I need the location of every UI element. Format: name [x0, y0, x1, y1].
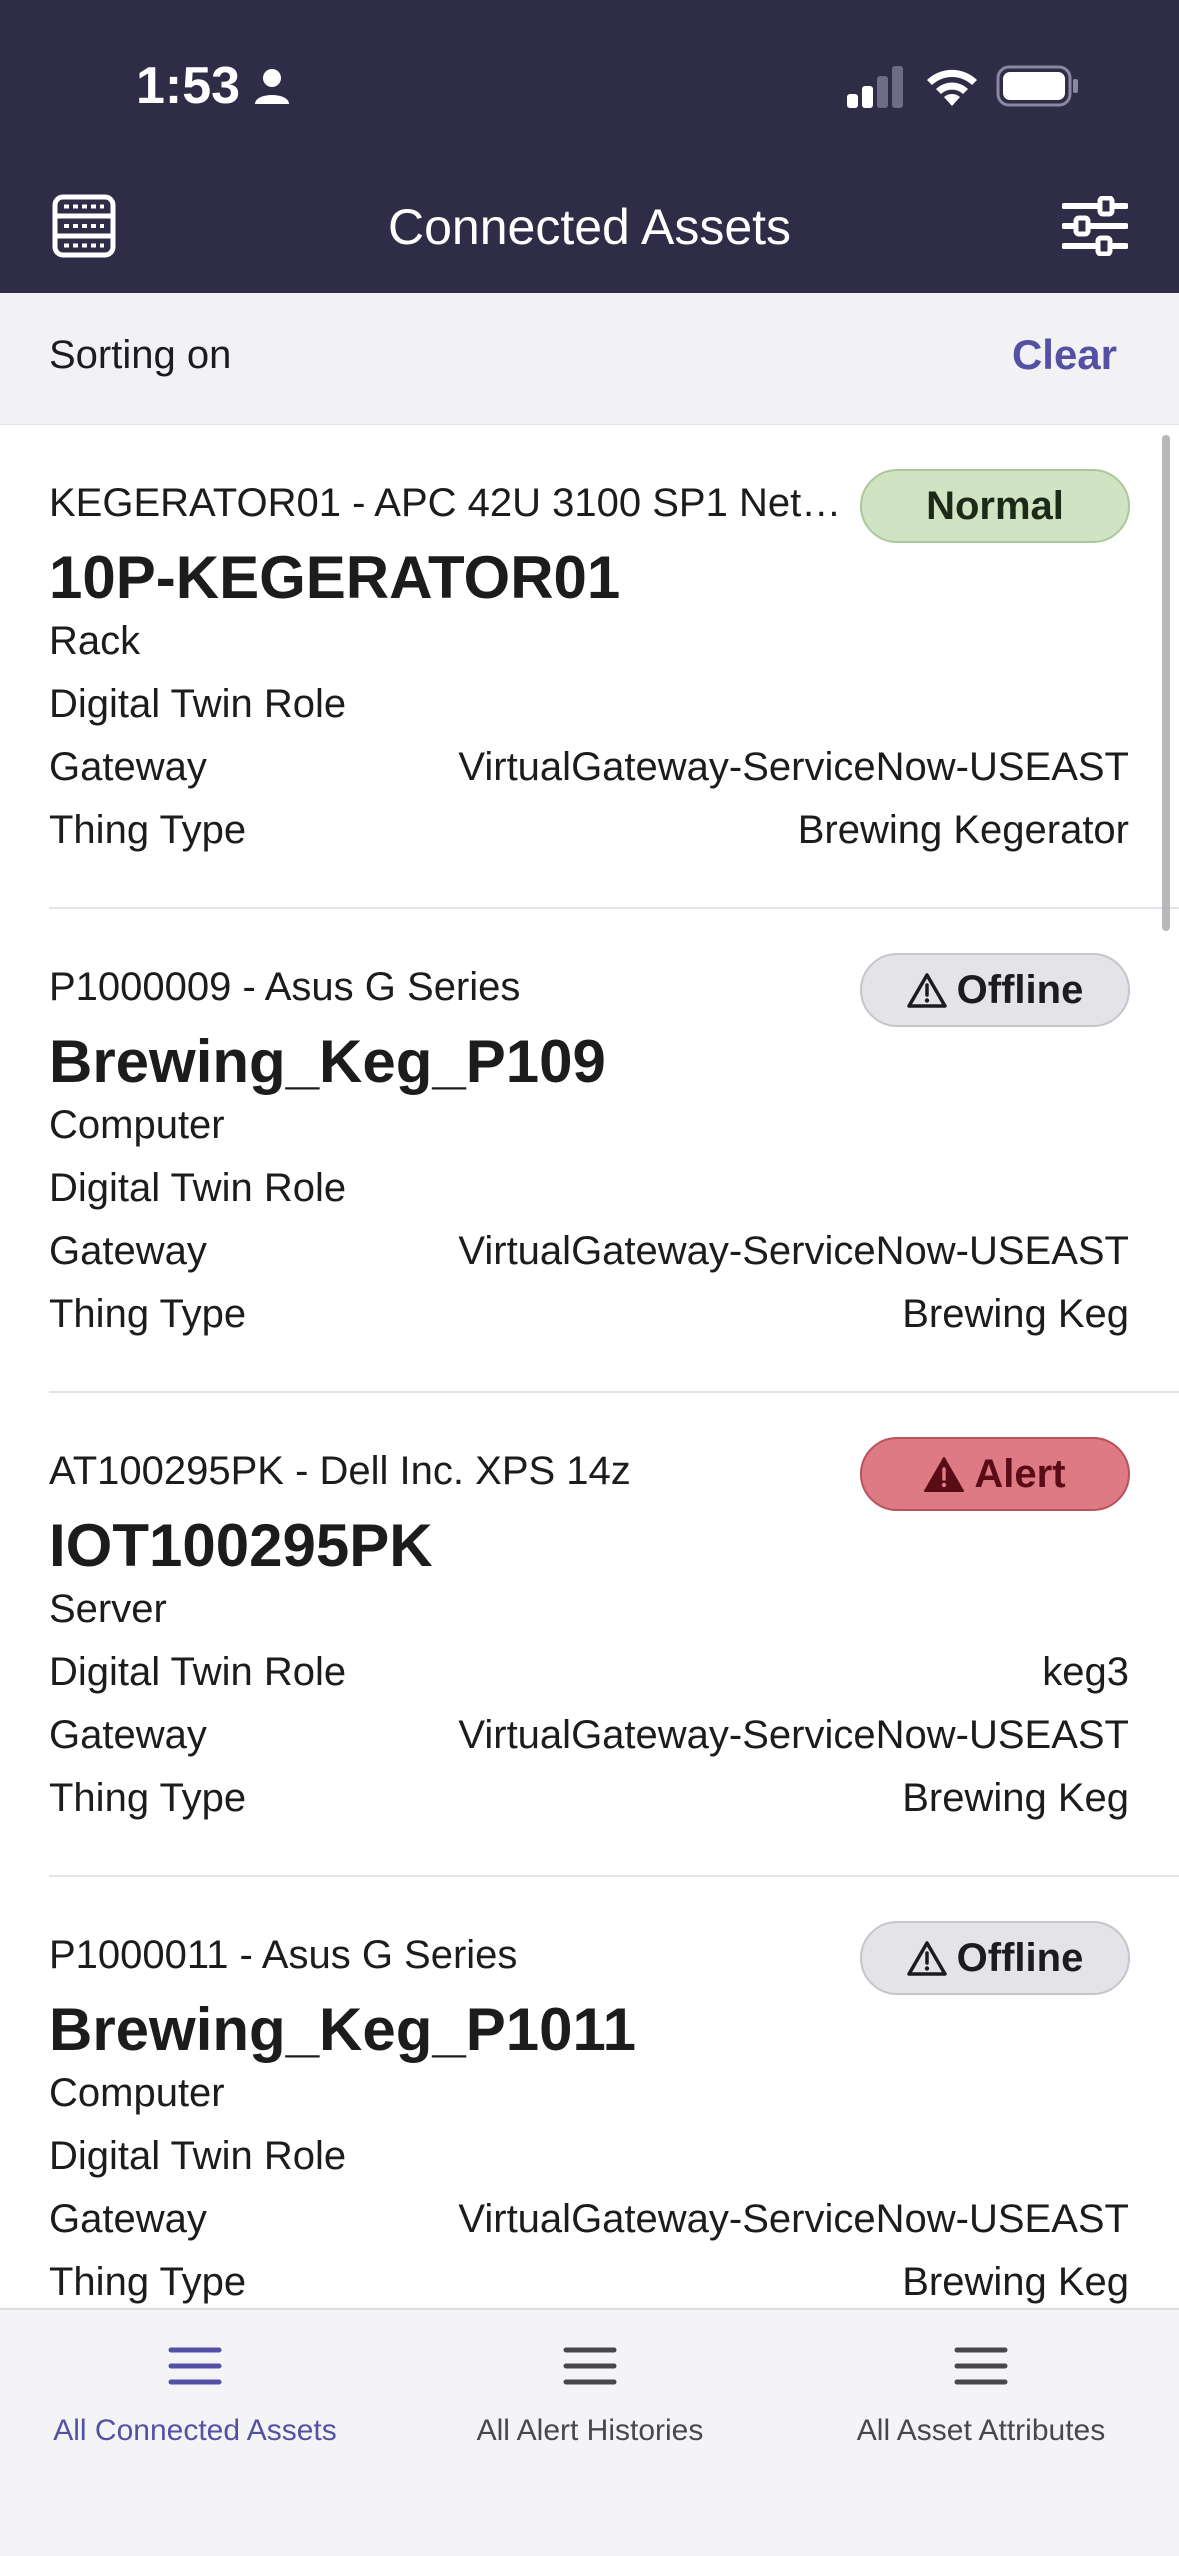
detail-row: Thing Type Brewing Kegerator [49, 808, 1129, 860]
detail-label: Thing Type [49, 2260, 247, 2304]
detail-value: Brewing Keg [902, 1292, 1129, 1336]
top-bar: 1:53 Connected Assets [0, 0, 1179, 293]
detail-value: Brewing Keg [902, 2260, 1129, 2304]
tab-all-connected-assets[interactable]: All Connected Assets [20, 2310, 370, 2480]
detail-value: Brewing Kegerator [797, 808, 1129, 852]
detail-row: Thing Type Brewing Keg [49, 1292, 1129, 1344]
battery-icon [996, 65, 1078, 107]
wifi-icon [927, 69, 977, 106]
asset-name: IOT100295PK [49, 1512, 433, 1579]
warning-outline-icon [906, 973, 947, 1008]
tab-label: All Alert Histories [476, 2414, 704, 2447]
detail-value: VirtualGateway-ServiceNow-USEAST [458, 1713, 1129, 1757]
asset-class-row: Computer [49, 1103, 1129, 1155]
tab-label: All Connected Assets [53, 2414, 337, 2447]
detail-row: Gateway VirtualGateway-ServiceNow-USEAST [49, 1713, 1129, 1765]
detail-label: Gateway [49, 745, 207, 789]
detail-label: Gateway [49, 1713, 207, 1757]
detail-label: Digital Twin Role [49, 1650, 347, 1694]
detail-label: Digital Twin Role [49, 2134, 347, 2178]
scrollbar[interactable] [1162, 435, 1170, 931]
detail-value: Brewing Keg [902, 1776, 1129, 1820]
menu-icon [168, 2347, 222, 2385]
detail-row: Gateway VirtualGateway-ServiceNow-USEAST [49, 1229, 1129, 1281]
status-badge: Normal [860, 469, 1130, 543]
asset-subtitle: AT100295PK - Dell Inc. XPS 14z [49, 1449, 631, 1493]
asset-card[interactable]: AT100295PK - Dell Inc. XPS 14z Alert IOT… [0, 1393, 1179, 1877]
person-icon [255, 69, 289, 104]
detail-label: Thing Type [49, 1292, 247, 1336]
asset-class: Rack [49, 619, 141, 663]
detail-row: Thing Type Brewing Keg [49, 1776, 1129, 1828]
clear-sort-button[interactable]: Clear [1012, 331, 1117, 379]
detail-row: Digital Twin Role keg3 [49, 1650, 1129, 1702]
asset-card[interactable]: P1000009 - Asus G Series Offline Brewing… [0, 909, 1179, 1393]
asset-name: Brewing_Keg_P109 [49, 1028, 606, 1095]
detail-row: Gateway VirtualGateway-ServiceNow-USEAST [49, 2197, 1129, 2249]
status-badge: Offline [860, 1921, 1130, 1995]
asset-class-row: Computer [49, 2071, 1129, 2123]
asset-subtitle: P1000009 - Asus G Series [49, 965, 521, 1009]
asset-class-row: Server [49, 1587, 1129, 1639]
asset-class-row: Rack [49, 619, 1129, 671]
tab-all-asset-attributes[interactable]: All Asset Attributes [806, 2310, 1156, 2480]
status-label: Offline [956, 967, 1084, 1012]
status-label: Offline [956, 1935, 1084, 1980]
detail-row: Digital Twin Role [49, 2134, 1129, 2186]
detail-row: Thing Type Brewing Keg [49, 2260, 1129, 2308]
tab-bar: All Connected Assets All Alert Histories… [0, 2308, 1179, 2556]
status-label: Alert [974, 1451, 1066, 1496]
sort-label: Sorting on [49, 333, 232, 377]
asset-name: 10P-KEGERATOR01 [49, 544, 621, 611]
asset-subtitle: P1000011 - Asus G Series [49, 1933, 518, 1977]
cellular-signal-icon [847, 66, 903, 108]
asset-class: Computer [49, 2071, 225, 2115]
warning-outline-icon [906, 1941, 947, 1976]
detail-value: keg3 [1042, 1650, 1129, 1694]
menu-icon [563, 2347, 617, 2385]
status-badge: Offline [860, 953, 1130, 1027]
page-title: Connected Assets [387, 199, 792, 255]
asset-list[interactable]: KEGERATOR01 - APC 42U 3100 SP1 NetShelte… [0, 425, 1179, 2308]
sort-bar: Sorting on Clear [0, 293, 1179, 425]
warning-filled-icon [924, 1457, 965, 1492]
detail-value: VirtualGateway-ServiceNow-USEAST [458, 1229, 1129, 1273]
filter-sliders-icon[interactable] [1062, 196, 1128, 256]
asset-card[interactable]: P1000011 - Asus G Series Offline Brewing… [0, 1877, 1179, 2308]
detail-value: VirtualGateway-ServiceNow-USEAST [458, 2197, 1129, 2241]
detail-row: Digital Twin Role [49, 682, 1129, 734]
detail-label: Gateway [49, 2197, 207, 2241]
status-badge: Alert [860, 1437, 1130, 1511]
asset-subtitle: KEGERATOR01 - APC 42U 3100 SP1 NetShelte… [49, 481, 854, 525]
detail-label: Thing Type [49, 808, 247, 852]
status-label: Normal [926, 483, 1064, 528]
tab-label: All Asset Attributes [856, 2414, 1106, 2447]
status-time: 1:53 [136, 57, 241, 115]
asset-name: Brewing_Keg_P1011 [49, 1996, 636, 2063]
menu-icon [954, 2347, 1008, 2385]
detail-label: Thing Type [49, 1776, 247, 1820]
asset-card[interactable]: KEGERATOR01 - APC 42U 3100 SP1 NetShelte… [0, 425, 1179, 909]
detail-row: Digital Twin Role [49, 1166, 1129, 1218]
detail-label: Gateway [49, 1229, 207, 1273]
detail-label: Digital Twin Role [49, 682, 347, 726]
asset-class: Computer [49, 1103, 225, 1147]
status-bar: 1:53 [0, 0, 1179, 176]
asset-class: Server [49, 1587, 167, 1631]
tab-all-alert-histories[interactable]: All Alert Histories [415, 2310, 765, 2480]
detail-row: Gateway VirtualGateway-ServiceNow-USEAST [49, 745, 1129, 797]
detail-value: VirtualGateway-ServiceNow-USEAST [458, 745, 1129, 789]
detail-label: Digital Twin Role [49, 1166, 347, 1210]
